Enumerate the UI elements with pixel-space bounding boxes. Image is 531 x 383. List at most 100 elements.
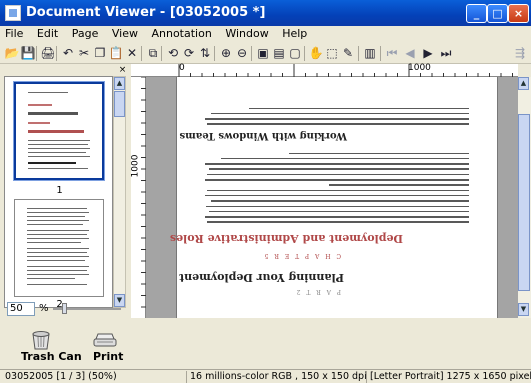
thumbnails-icon[interactable]: ▥ bbox=[362, 45, 378, 61]
select-icon[interactable]: ⬚ bbox=[324, 45, 340, 61]
text-line bbox=[209, 210, 469, 213]
toolbar: 📂 💾 🖨 ↶ ✂ ❐ 📋 ✕ ⧉ ⟲ ⟳ ⇅ ⊕ ⊖ ▣ ▤ ▢ ✋ ⬚ ✎ ▥ ⏮ ◀ ▶ ⏭ ⇶ bbox=[0, 43, 531, 64]
text-line bbox=[221, 157, 469, 160]
toolbar-separator bbox=[251, 46, 252, 61]
undo-icon[interactable]: ↶ bbox=[60, 45, 76, 61]
toolbar-separator bbox=[214, 46, 215, 61]
close-button[interactable]: × bbox=[508, 4, 529, 23]
copy-page-icon[interactable]: ⧉ bbox=[145, 45, 161, 61]
document-scrollbar[interactable]: ▲ ▼ bbox=[518, 77, 531, 318]
fit-width-icon[interactable]: ▤ bbox=[271, 45, 287, 61]
toolbar-separator bbox=[358, 46, 359, 61]
horizontal-ruler: 0 1000 bbox=[131, 63, 518, 77]
ruler-tick-label: 1000 bbox=[130, 154, 141, 178]
text-line bbox=[207, 123, 469, 125]
text-line bbox=[207, 221, 469, 223]
text-line bbox=[205, 179, 469, 181]
paste-icon[interactable]: 📋 bbox=[108, 45, 124, 61]
maximize-button[interactable]: □ bbox=[487, 4, 508, 23]
text-line bbox=[205, 216, 469, 218]
scroll-up-icon[interactable]: ▲ bbox=[518, 77, 529, 90]
text-line bbox=[209, 168, 469, 170]
status-size-info: [Letter Portrait] 1275 x 1650 pixel , 6,… bbox=[366, 371, 531, 383]
annotate-icon[interactable]: ✎ bbox=[340, 45, 356, 61]
ruler-tick-label: 0 bbox=[179, 63, 185, 73]
actual-size-icon[interactable]: ▢ bbox=[287, 45, 303, 61]
text-line bbox=[211, 200, 469, 202]
text-line bbox=[207, 189, 469, 192]
menu-page[interactable]: Page bbox=[67, 26, 104, 41]
minimize-button[interactable]: _ bbox=[466, 4, 487, 23]
toolbar-separator bbox=[304, 46, 305, 61]
chapter-label: C H A P T E R 5 bbox=[262, 252, 341, 259]
thumbnail-zoom-input[interactable]: 50 bbox=[7, 302, 35, 316]
toolbar-separator bbox=[161, 46, 162, 61]
menu-file[interactable]: File bbox=[0, 26, 28, 41]
cut-icon[interactable]: ✂ bbox=[76, 45, 92, 61]
text-line bbox=[329, 184, 469, 186]
menu-edit[interactable]: Edit bbox=[32, 26, 63, 41]
title-bar: Document Viewer - [03052005 *] _ □ × bbox=[0, 0, 531, 26]
toolbar-separator bbox=[380, 46, 381, 61]
delete-icon[interactable]: ✕ bbox=[124, 45, 140, 61]
first-page-icon[interactable]: ⏮ bbox=[384, 45, 400, 61]
text-line bbox=[205, 118, 469, 120]
toolbar-separator bbox=[56, 46, 57, 61]
menu-window[interactable]: Window bbox=[220, 26, 273, 41]
trash-can-icon[interactable] bbox=[30, 330, 52, 350]
app-icon bbox=[5, 5, 21, 21]
drop-target-pane: Trash Can Print bbox=[0, 318, 531, 369]
thumbnail-label-1: 1 bbox=[56, 185, 63, 196]
rotate-right-icon[interactable]: ⟳ bbox=[181, 45, 197, 61]
vertical-ruler: 1000 bbox=[130, 77, 146, 318]
scroll-down-icon[interactable]: ▼ bbox=[114, 294, 125, 307]
printer-icon[interactable] bbox=[93, 332, 117, 348]
menu-help[interactable]: Help bbox=[277, 26, 312, 41]
document-page[interactable]: P A R T 2 Planning Your Deployment C H A… bbox=[170, 77, 499, 318]
toolbar-separator bbox=[36, 46, 37, 61]
zoom-slider-handle[interactable] bbox=[62, 303, 67, 314]
text-line bbox=[211, 112, 469, 115]
menu-view[interactable]: View bbox=[107, 26, 143, 41]
menu-bar: File Edit Page View Annotation Window He… bbox=[0, 26, 531, 42]
text-line bbox=[249, 107, 469, 110]
scroll-down-icon[interactable]: ▼ bbox=[518, 303, 529, 316]
toolbar-separator bbox=[141, 46, 142, 61]
text-line bbox=[207, 173, 469, 176]
thumbnail-scroll-thumb[interactable] bbox=[114, 91, 125, 117]
status-page-info: 03052005 [1 / 3] (50%) bbox=[5, 371, 117, 382]
hand-icon[interactable]: ✋ bbox=[308, 45, 324, 61]
save-icon[interactable]: 💾 bbox=[20, 45, 36, 61]
pages-icon[interactable]: ⇶ bbox=[512, 45, 528, 61]
status-color-info: 16 millions-color RGB , 150 x 150 dpi bbox=[186, 371, 366, 383]
window-title: Document Viewer - [03052005 *] bbox=[26, 5, 266, 20]
thumbnail-panel: × 1 2 ▲ ▼ bbox=[0, 64, 129, 318]
part-title: Planning Your Deployment bbox=[179, 271, 344, 284]
print-icon[interactable]: 🖨 bbox=[40, 45, 56, 61]
fit-page-icon[interactable]: ▣ bbox=[255, 45, 271, 61]
last-page-icon[interactable]: ⏭ bbox=[438, 45, 454, 61]
flip-icon[interactable]: ⇅ bbox=[197, 45, 213, 61]
menu-annotation[interactable]: Annotation bbox=[146, 26, 216, 41]
thumbnail-list[interactable]: 1 2 bbox=[4, 76, 113, 308]
trash-can-label[interactable]: Trash Can bbox=[21, 350, 82, 363]
next-page-icon[interactable]: ▶ bbox=[420, 45, 436, 61]
close-panel-icon[interactable]: × bbox=[118, 65, 127, 75]
page-thumbnail-1[interactable] bbox=[13, 81, 105, 181]
document-scroll-thumb[interactable] bbox=[518, 114, 530, 291]
zoom-unit-label: % bbox=[39, 303, 49, 314]
scroll-up-icon[interactable]: ▲ bbox=[114, 77, 125, 90]
prev-page-icon[interactable]: ◀ bbox=[402, 45, 418, 61]
print-label[interactable]: Print bbox=[93, 350, 123, 363]
page-thumbnail-2[interactable] bbox=[14, 199, 104, 297]
text-line bbox=[289, 152, 469, 155]
zoom-out-icon[interactable]: ⊖ bbox=[234, 45, 250, 61]
part-label: P A R T 2 bbox=[294, 288, 341, 295]
rotate-left-icon[interactable]: ⟲ bbox=[165, 45, 181, 61]
rotated-page-content: P A R T 2 Planning Your Deployment C H A… bbox=[170, 77, 499, 317]
open-icon[interactable]: 📂 bbox=[4, 45, 20, 61]
zoom-in-icon[interactable]: ⊕ bbox=[218, 45, 234, 61]
copy-icon[interactable]: ❐ bbox=[92, 45, 108, 61]
document-view[interactable]: P A R T 2 Planning Your Deployment C H A… bbox=[146, 77, 518, 318]
thumbnail-scrollbar[interactable]: ▲ ▼ bbox=[113, 76, 126, 308]
